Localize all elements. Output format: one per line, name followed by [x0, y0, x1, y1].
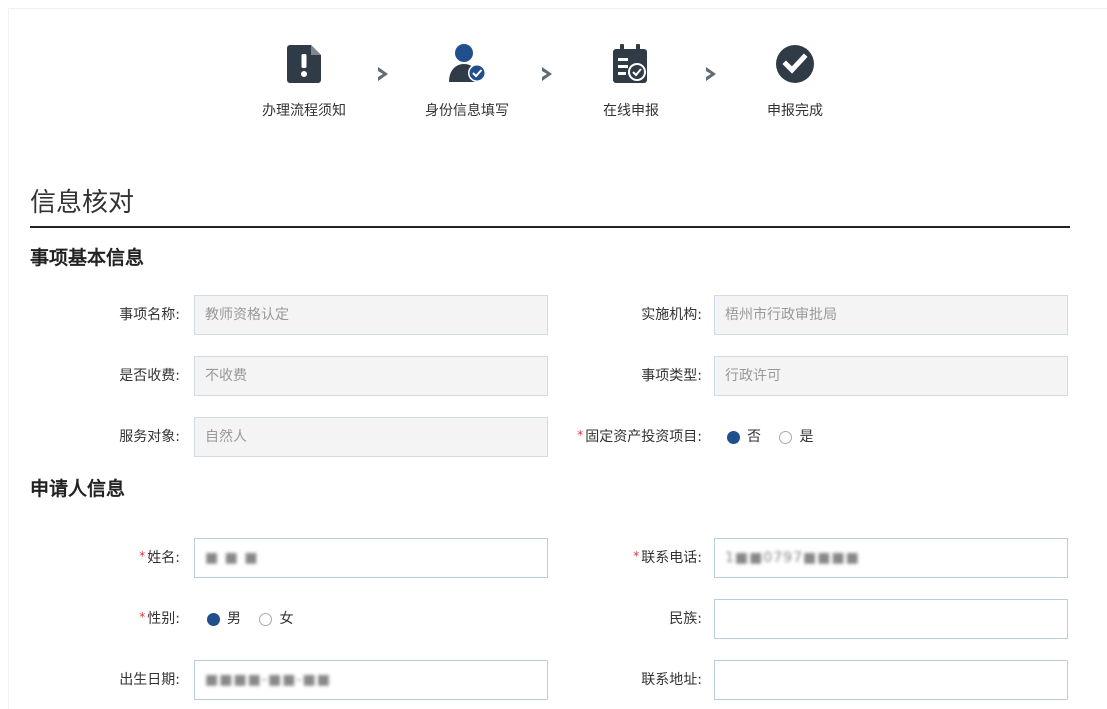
step-3: 在线申报 — [561, 44, 701, 120]
fee-label: 是否收费: — [119, 368, 180, 384]
required-mark: * — [633, 549, 640, 563]
step-4-label: 申报完成 — [767, 103, 823, 119]
step-4: 申报完成 — [725, 44, 865, 120]
required-mark: * — [577, 428, 584, 442]
type-field[interactable]: 行政许可 — [714, 356, 1068, 396]
invest-radio-group: 否 是 — [727, 417, 827, 460]
item-name-label: 事项名称: — [119, 307, 180, 323]
step-1: 办理流程须知 — [234, 44, 374, 120]
gender-label: * 性别: — [139, 610, 180, 627]
title-divider — [30, 226, 1070, 228]
phone-input[interactable]: 1■■0797■■■■ — [714, 538, 1068, 578]
birth-label: 出生日期: — [119, 672, 180, 688]
ethnicity-label: 民族: — [669, 611, 702, 627]
invest-radio-yes[interactable]: 是 — [779, 417, 813, 457]
check-circle-icon — [775, 44, 815, 84]
section-title-basic: 事项基本信息 — [30, 247, 145, 269]
phone-label: * 联系电话: — [633, 549, 702, 566]
invest-label: * 固定资产投资项目: — [577, 428, 702, 445]
radio-selected-icon — [727, 430, 740, 444]
item-name-field[interactable]: 教师资格认定 — [194, 295, 548, 335]
target-label: 服务对象: — [119, 429, 180, 445]
chevron-right-icon — [706, 67, 716, 81]
name-input[interactable]: ■ ■ ■ — [194, 538, 548, 578]
chevron-right-icon — [378, 67, 388, 81]
step-3-label: 在线申报 — [603, 103, 659, 119]
calendar-check-icon — [611, 44, 651, 84]
birth-input[interactable]: ■■■■-■■-■■ — [194, 660, 548, 700]
address-label: 联系地址: — [641, 672, 702, 688]
required-mark: * — [139, 549, 146, 563]
page-title: 信息核对 — [30, 188, 135, 218]
chevron-right-icon — [542, 67, 552, 81]
address-input[interactable] — [714, 660, 1068, 700]
radio-selected-icon — [207, 612, 220, 626]
user-check-icon — [447, 44, 487, 84]
radio-unselected-icon — [259, 612, 273, 626]
invest-radio-no[interactable]: 否 — [727, 417, 761, 457]
section-title-applicant: 申请人信息 — [30, 478, 126, 500]
document-exclamation-icon — [284, 44, 324, 84]
gender-radio-group: 男 女 — [207, 599, 307, 642]
org-label: 实施机构: — [641, 307, 702, 323]
step-2-label: 身份信息填写 — [425, 103, 509, 119]
gender-radio-male[interactable]: 男 — [207, 599, 241, 639]
step-2: 身份信息填写 — [397, 44, 537, 120]
gender-radio-female[interactable]: 女 — [259, 599, 293, 639]
step-1-label: 办理流程须知 — [262, 103, 346, 119]
radio-unselected-icon — [779, 430, 793, 444]
name-label: * 姓名: — [139, 549, 180, 566]
target-field[interactable]: 自然人 — [194, 417, 548, 457]
fee-field[interactable]: 不收费 — [194, 356, 548, 396]
type-label: 事项类型: — [641, 368, 702, 384]
ethnicity-input[interactable] — [714, 599, 1068, 639]
progress-steps: 办理流程须知 身份信息填写 在线申报 申报完成 — [0, 44, 1107, 134]
required-mark: * — [139, 610, 146, 624]
org-field[interactable]: 梧州市行政审批局 — [714, 295, 1068, 335]
